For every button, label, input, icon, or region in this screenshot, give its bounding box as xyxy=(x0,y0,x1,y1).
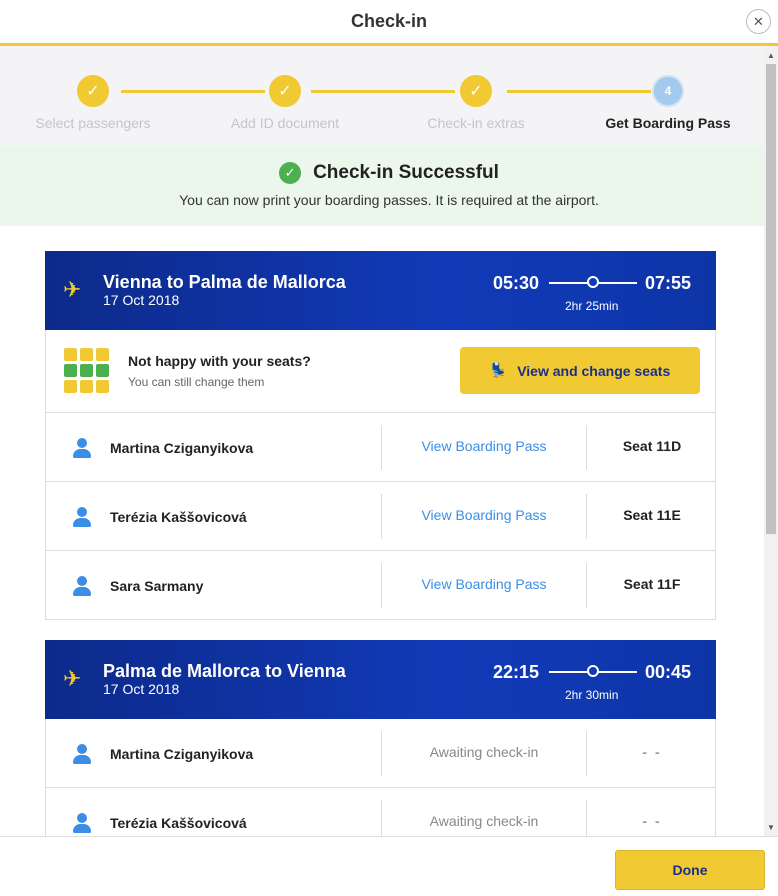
departure-time: 22:15 xyxy=(493,662,540,682)
flight-duration: 2hr 30min xyxy=(565,688,619,702)
modal-title: Check-in xyxy=(350,11,428,31)
passenger-row: Martina Cziganyikova View Boarding Pass … xyxy=(45,413,716,482)
passenger-name: Terézia Kaššovicová xyxy=(110,509,247,525)
person-icon xyxy=(72,576,92,596)
view-change-seats-button[interactable]: 💺 View and change seats xyxy=(460,347,700,394)
flight-card: ✈ Palma de Mallorca to Vienna 17 Oct 201… xyxy=(45,640,716,836)
flight-duration: 2hr 25min xyxy=(565,299,619,313)
passenger-row: Martina Cziganyikova Awaiting check-in -… xyxy=(45,719,716,788)
timeline-dot xyxy=(587,276,599,288)
seat-number: - - xyxy=(642,744,662,760)
step-label: Check-in extras xyxy=(427,115,525,131)
seats-prompt-subtitle: You can still change them xyxy=(128,375,265,389)
flight-route: Vienna to Palma de Mallorca xyxy=(103,272,346,292)
flight-date: 17 Oct 2018 xyxy=(103,681,180,697)
step-label: Get Boarding Pass xyxy=(605,115,731,131)
passenger-name: Martina Cziganyikova xyxy=(110,746,254,762)
scroll-down-icon[interactable]: ▼ xyxy=(764,820,778,834)
step-select-passengers: ✓ Select passengers xyxy=(13,75,173,131)
done-button[interactable]: Done xyxy=(615,850,765,890)
person-icon xyxy=(72,507,92,527)
step-number: 4 xyxy=(652,75,684,107)
checkin-modal: Check-in ✕ ✓ Select passengers ✓ Add ID … xyxy=(0,0,778,896)
modal-body[interactable]: ✓ Select passengers ✓ Add ID document ✓ … xyxy=(0,46,778,836)
seat-number: Seat 11D xyxy=(622,438,682,454)
flight-header: ✈ Vienna to Palma de Mallorca 17 Oct 201… xyxy=(45,251,716,330)
view-boarding-pass-link[interactable]: View Boarding Pass xyxy=(382,438,586,454)
step-add-id-document: ✓ Add ID document xyxy=(205,75,365,131)
view-change-seats-label: View and change seats xyxy=(517,362,671,379)
seat-number: Seat 11E xyxy=(623,507,681,523)
arrival-time: 00:45 xyxy=(645,662,692,682)
seat-number: Seat 11F xyxy=(623,576,681,592)
passenger-row: Terézia Kaššovicová Awaiting check-in - … xyxy=(45,788,716,836)
step-checkin-extras: ✓ Check-in extras xyxy=(396,75,556,131)
check-circle-icon: ✓ xyxy=(279,162,302,184)
passenger-row: Terézia Kaššovicová View Boarding Pass S… xyxy=(45,482,716,551)
passenger-name: Sara Sarmany xyxy=(110,578,204,594)
seats-prompt-title: Not happy with your seats? xyxy=(128,353,311,369)
person-icon xyxy=(72,438,92,458)
success-subtitle: You can now print your boarding passes. … xyxy=(179,192,599,208)
timeline-dot xyxy=(587,665,599,677)
seat-map-icon xyxy=(64,348,110,394)
arrival-time: 07:55 xyxy=(645,273,692,293)
modal-footer: Done xyxy=(0,836,778,896)
modal-header: Check-in ✕ xyxy=(0,0,778,46)
scrollbar-thumb[interactable] xyxy=(766,64,776,534)
step-label: Select passengers xyxy=(35,115,151,131)
flight-date: 17 Oct 2018 xyxy=(103,292,180,308)
scrollbar[interactable]: ▲ ▼ xyxy=(764,46,778,836)
flight-card: ✈ Vienna to Palma de Mallorca 17 Oct 201… xyxy=(45,251,716,620)
person-icon xyxy=(72,813,92,833)
step-get-boarding-pass: 4 Get Boarding Pass xyxy=(588,75,748,131)
success-title: Check-in Successful xyxy=(313,162,499,183)
view-boarding-pass-link[interactable]: View Boarding Pass xyxy=(382,507,586,523)
awaiting-checkin-status: Awaiting check-in xyxy=(429,813,539,829)
check-icon: ✓ xyxy=(460,75,492,107)
passenger-name: Martina Cziganyikova xyxy=(110,440,254,456)
seat-icon: 💺 xyxy=(489,362,508,378)
scroll-up-icon[interactable]: ▲ xyxy=(764,48,778,62)
plane-icon: ✈ xyxy=(63,666,82,691)
passenger-name: Terézia Kaššovicová xyxy=(110,815,247,831)
passenger-row: Sara Sarmany View Boarding Pass Seat 11F xyxy=(45,551,716,620)
check-icon: ✓ xyxy=(269,75,301,107)
close-icon: ✕ xyxy=(753,13,764,29)
change-seats-row: Not happy with your seats? You can still… xyxy=(45,330,716,413)
seat-number: - - xyxy=(642,813,662,829)
check-icon: ✓ xyxy=(77,75,109,107)
awaiting-checkin-status: Awaiting check-in xyxy=(429,744,539,760)
success-banner: ✓ Check-in Successful You can now print … xyxy=(0,146,778,226)
flight-route: Palma de Mallorca to Vienna xyxy=(103,661,346,681)
view-boarding-pass-link[interactable]: View Boarding Pass xyxy=(382,576,586,592)
person-icon xyxy=(72,744,92,764)
close-button[interactable]: ✕ xyxy=(746,9,771,34)
departure-time: 05:30 xyxy=(493,273,540,293)
flight-header: ✈ Palma de Mallorca to Vienna 17 Oct 201… xyxy=(45,640,716,719)
step-label: Add ID document xyxy=(230,115,340,131)
plane-icon: ✈ xyxy=(63,277,82,302)
progress-stepper: ✓ Select passengers ✓ Add ID document ✓ … xyxy=(0,46,778,146)
